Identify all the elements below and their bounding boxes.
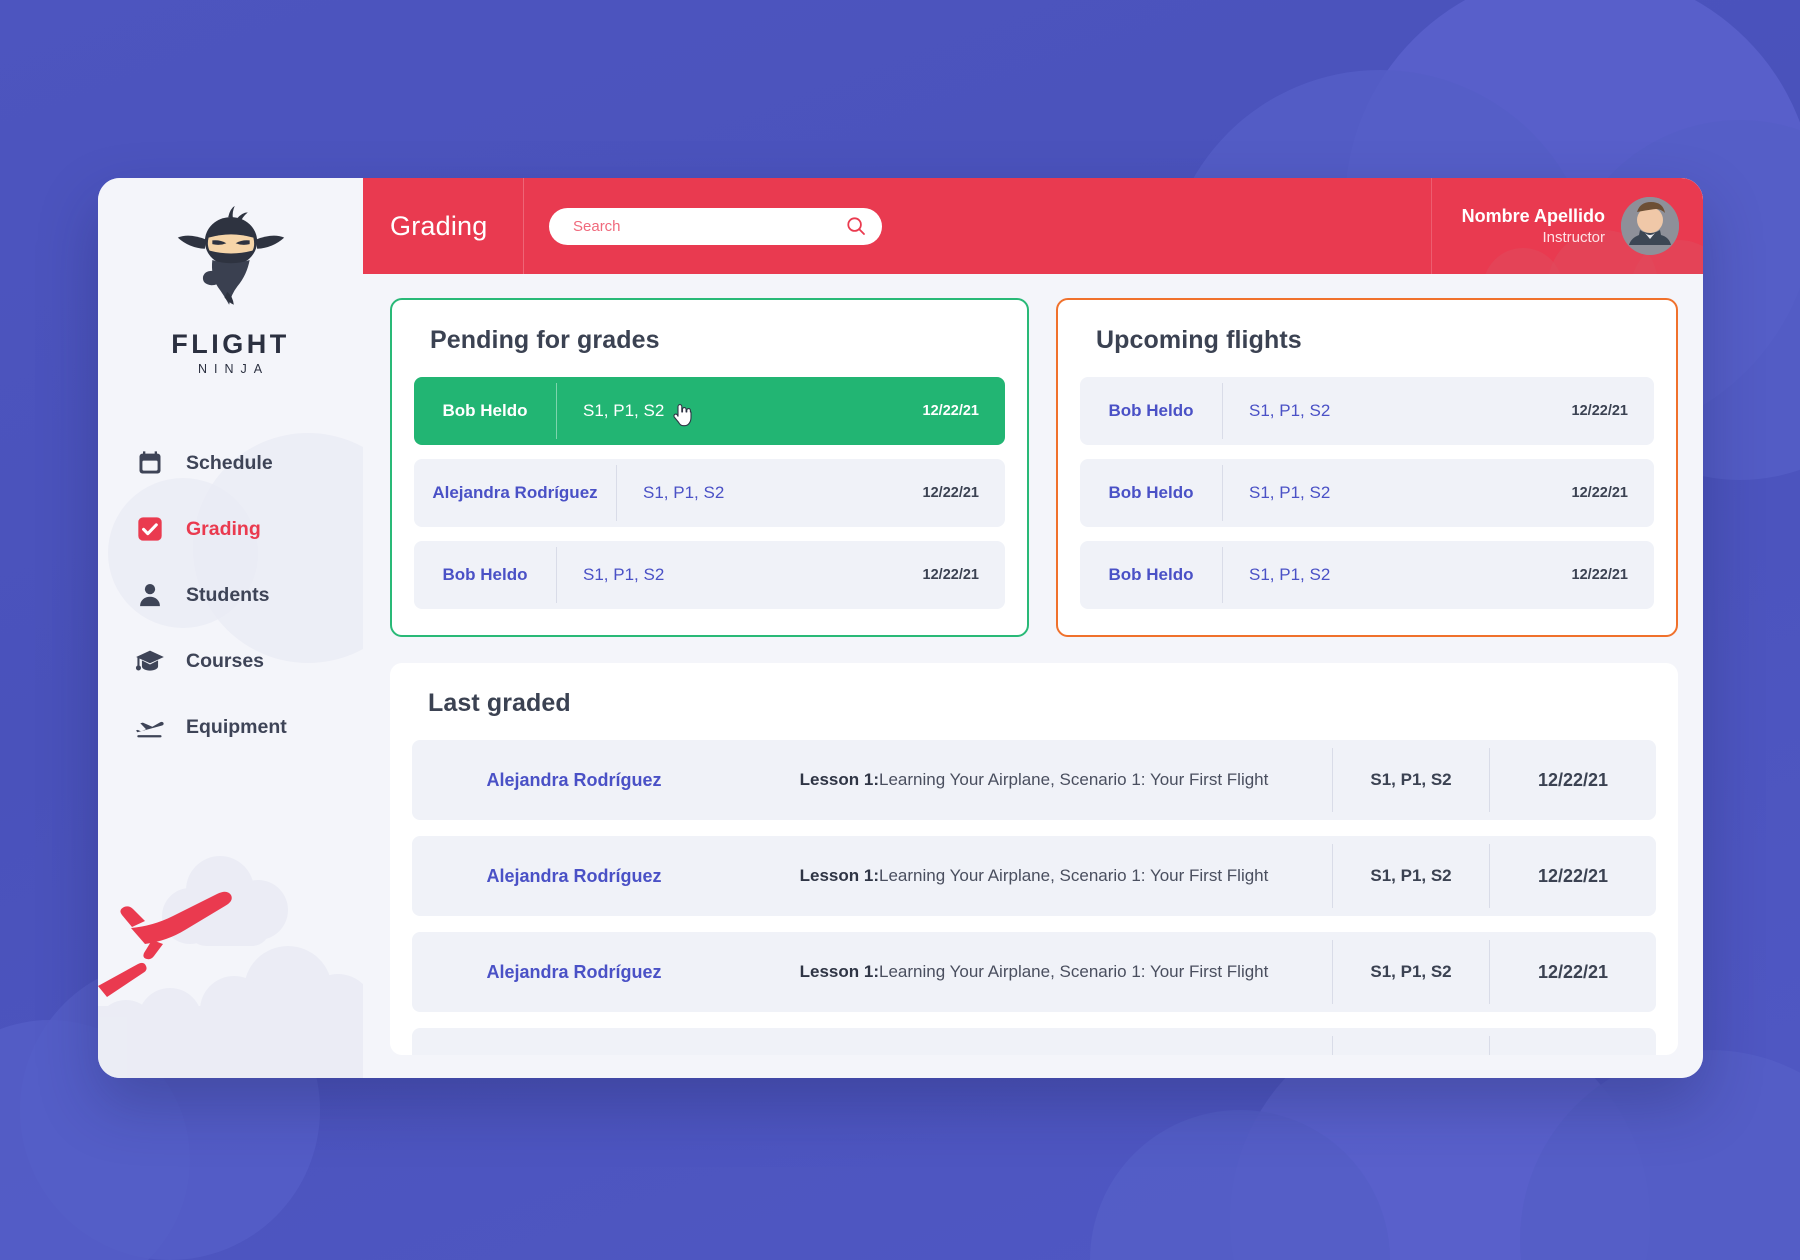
- brand-subtitle: NINJA: [197, 362, 270, 376]
- row-date: 12/22/21: [1537, 961, 1609, 982]
- grade-codes: S1, P1, S2: [1249, 401, 1331, 420]
- topbar-divider: [523, 178, 524, 274]
- student-name: Alejandra Rodríguez: [486, 769, 662, 790]
- sidebar-item-label: Students: [186, 583, 270, 606]
- airplane-clouds-illustration: [98, 818, 363, 1078]
- table-row[interactable]: Bob Heldo S1, P1, S2 12/22/21: [1080, 377, 1654, 445]
- cards-row: Pending for grades Bob Heldo S1, P1, S2 …: [390, 298, 1678, 637]
- grade-codes: S1, P1, S2: [643, 483, 725, 502]
- lesson-text: Learning Your Airplane, Scenario 1: Your…: [879, 962, 1269, 981]
- sidebar-item-courses[interactable]: Courses: [132, 628, 363, 694]
- lesson-text: Learning Your Airplane, Scenario 1: Your…: [879, 866, 1269, 885]
- student-name: Bob Heldo: [442, 401, 528, 420]
- row-date: 12/22/21: [1571, 485, 1628, 501]
- row-date: 12/22/21: [922, 567, 979, 583]
- student-name: [412, 1028, 736, 1055]
- person-icon: [132, 578, 168, 612]
- student-name: Bob Heldo: [1108, 483, 1194, 502]
- profile-text: Nombre Apellido Instructor: [1462, 205, 1605, 247]
- profile-name: Nombre Apellido: [1461, 206, 1605, 226]
- grade-codes: S1, P1, S2: [1249, 565, 1331, 584]
- pointing-hand-cursor: [672, 402, 694, 428]
- grade-codes-text: S1, P1, S2: [583, 401, 665, 420]
- lesson-label: Lesson 1:: [799, 770, 879, 789]
- row-date: 12/22/21: [1571, 567, 1628, 583]
- calendar-icon: [132, 446, 168, 480]
- grade-codes: S1, P1, S2: [557, 377, 923, 445]
- lesson-description: Lesson 1: Learning Your Airplane, Scenar…: [736, 836, 1332, 916]
- table-row[interactable]: Bob Heldo S1, P1, S2 12/22/21: [1080, 459, 1654, 527]
- student-name: Alejandra Rodríguez: [432, 483, 598, 502]
- profile-role: Instructor: [1542, 228, 1605, 246]
- avatar[interactable]: [1621, 197, 1679, 255]
- brand-name: FLIGHT: [171, 329, 290, 359]
- grade-codes: [1333, 1028, 1489, 1055]
- user-profile[interactable]: Nombre Apellido Instructor: [1430, 178, 1703, 274]
- student-name: Bob Heldo: [1108, 565, 1194, 584]
- table-row[interactable]: Bob Heldo S1, P1, S2 12/22/21: [414, 541, 1005, 609]
- topbar: Grading Nombre Apellido Instructor: [363, 178, 1703, 274]
- grade-codes: S1, P1, S2: [1370, 866, 1452, 885]
- row-date: 12/22/21: [922, 403, 979, 419]
- student-name: Alejandra Rodríguez: [486, 961, 662, 982]
- lesson-label: Lesson 1:: [799, 962, 879, 981]
- upcoming-flights-card: Upcoming flights Bob Heldo S1, P1, S2 12…: [1056, 298, 1678, 637]
- row-date: 12/22/21: [922, 485, 979, 501]
- sidebar-item-grading[interactable]: Grading: [132, 496, 363, 562]
- sidebar-item-equipment[interactable]: Equipment: [132, 694, 363, 760]
- student-name: Bob Heldo: [442, 565, 528, 584]
- grade-codes: S1, P1, S2: [583, 565, 665, 584]
- row-date: 12/22/21: [1571, 403, 1628, 419]
- pending-for-grades-card: Pending for grades Bob Heldo S1, P1, S2 …: [390, 298, 1029, 637]
- row-date: 12/22/21: [1537, 769, 1609, 790]
- lesson-description: Lesson 1: Learning Your Airplane, Scenar…: [736, 740, 1332, 820]
- lesson-description: Lesson 1: Learning Your Airplane, Scenar…: [736, 932, 1332, 1012]
- table-row[interactable]: [412, 1028, 1656, 1055]
- sidebar-item-label: Schedule: [186, 451, 273, 474]
- ninja-logo-icon: [175, 204, 287, 316]
- table-row[interactable]: Alejandra Rodríguez S1, P1, S2 12/22/21: [414, 459, 1005, 527]
- row-date: [1490, 1028, 1656, 1055]
- grade-codes: S1, P1, S2: [1249, 483, 1331, 502]
- table-row[interactable]: Alejandra Rodríguez Lesson 1: Learning Y…: [412, 836, 1656, 916]
- table-row[interactable]: Alejandra Rodríguez Lesson 1: Learning Y…: [412, 740, 1656, 820]
- search-box[interactable]: [549, 207, 882, 245]
- brand-logo: FLIGHT NINJA: [98, 178, 363, 376]
- last-graded-card: Last graded Alejandra Rodríguez Lesson 1…: [390, 663, 1678, 1055]
- sidebar-item-schedule[interactable]: Schedule: [132, 430, 363, 496]
- app-window: FLIGHT NINJA Schedule Grading Students C…: [98, 178, 1703, 1078]
- graduation-cap-icon: [132, 644, 168, 678]
- student-name: Bob Heldo: [1108, 401, 1194, 420]
- main-area: Grading Nombre Apellido Instructor: [363, 178, 1703, 1078]
- sidebar-item-label: Grading: [186, 517, 261, 540]
- sidebar-item-students[interactable]: Students: [132, 562, 363, 628]
- lesson-description: [736, 1028, 1332, 1055]
- grade-codes: S1, P1, S2: [1370, 962, 1452, 981]
- last-graded-title: Last graded: [428, 689, 571, 717]
- pending-title: Pending for grades: [430, 326, 660, 354]
- sidebar: FLIGHT NINJA Schedule Grading Students C…: [98, 178, 363, 1078]
- sidebar-item-label: Courses: [186, 649, 265, 672]
- sidebar-nav: Schedule Grading Students Courses Equipm…: [98, 430, 363, 760]
- search-input[interactable]: [571, 216, 846, 236]
- lesson-text: Learning Your Airplane, Scenario 1: Your…: [879, 770, 1269, 789]
- student-name: Alejandra Rodríguez: [486, 865, 662, 886]
- table-row[interactable]: Bob Heldo S1, P1, S2 12/22/21: [414, 377, 1005, 445]
- sidebar-item-label: Equipment: [186, 715, 287, 738]
- page-title: Grading: [390, 210, 488, 241]
- search-icon[interactable]: [846, 216, 866, 236]
- checkbox-icon: [132, 512, 168, 546]
- table-row[interactable]: Alejandra Rodríguez Lesson 1: Learning Y…: [412, 932, 1656, 1012]
- upcoming-title: Upcoming flights: [1096, 326, 1302, 354]
- grade-codes: S1, P1, S2: [1370, 770, 1452, 789]
- content-area: Pending for grades Bob Heldo S1, P1, S2 …: [363, 274, 1703, 1078]
- lesson-label: Lesson 1:: [799, 866, 879, 885]
- row-date: 12/22/21: [1537, 865, 1609, 886]
- table-row[interactable]: Bob Heldo S1, P1, S2 12/22/21: [1080, 541, 1654, 609]
- airplane-icon: [132, 710, 168, 744]
